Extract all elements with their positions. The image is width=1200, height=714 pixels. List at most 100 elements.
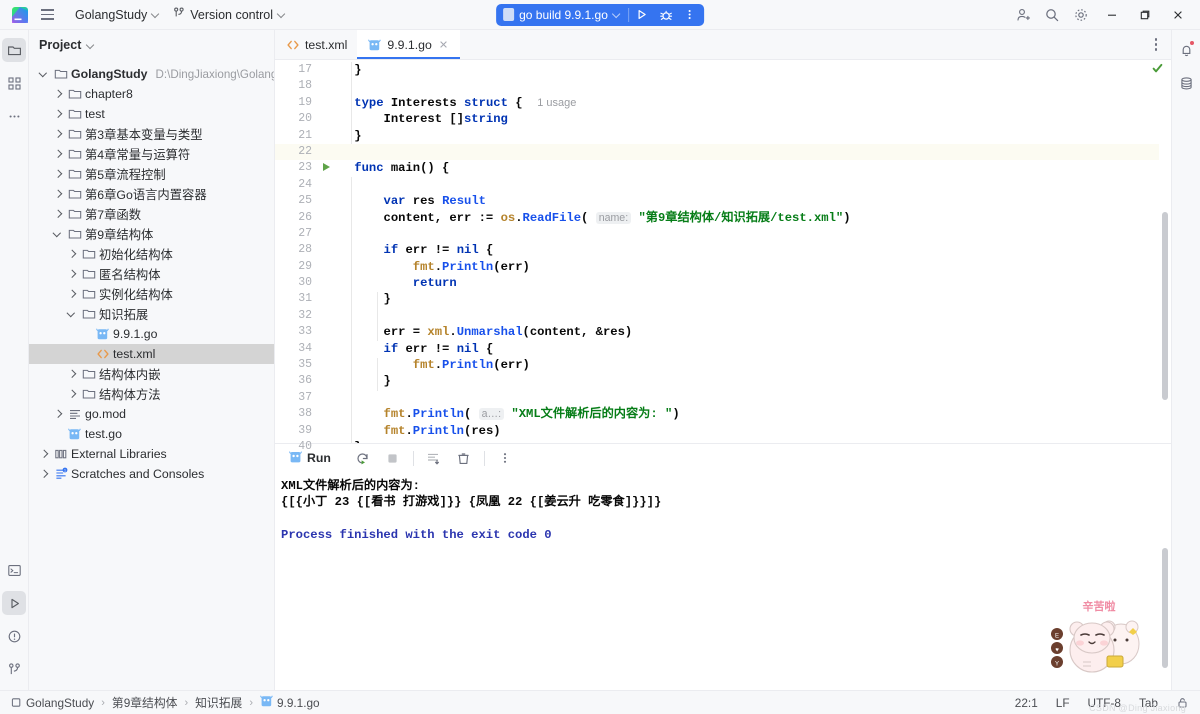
tree-node[interactable]: 实例化结构体 xyxy=(29,284,274,304)
chevron-right-icon[interactable] xyxy=(51,148,64,161)
scrollbar-thumb[interactable] xyxy=(1162,212,1168,400)
breadcrumb-item[interactable]: 第9章结构体 xyxy=(109,693,181,712)
code-line[interactable] xyxy=(321,308,1159,324)
no-problems-check-icon[interactable] xyxy=(1152,63,1163,77)
tree-node[interactable]: test.xml xyxy=(29,344,274,364)
code-line[interactable]: err = xml.Unmarshal(content, &res) xyxy=(321,324,1159,340)
chevron-right-icon[interactable] xyxy=(65,388,78,401)
editor-tab[interactable]: test.xml xyxy=(275,30,357,59)
chevron-right-icon[interactable] xyxy=(51,188,64,201)
code-line[interactable] xyxy=(321,390,1159,406)
tree-node[interactable]: 第5章流程控制 xyxy=(29,164,274,184)
project-tree[interactable]: GolangStudy D:\DingJiaxiong\GolangStudy ch… xyxy=(29,60,274,690)
chevron-down-icon[interactable] xyxy=(37,68,50,81)
chevron-down-icon[interactable] xyxy=(87,42,94,49)
rerun-button[interactable] xyxy=(349,445,377,471)
tree-node[interactable]: 初始化结构体 xyxy=(29,244,274,264)
file-encoding[interactable]: UTF-8 xyxy=(1085,695,1124,711)
console-scrollbar-thumb[interactable] xyxy=(1162,548,1168,668)
structure-tool-icon[interactable] xyxy=(2,71,26,95)
tree-node[interactable]: 第4章常量与运算符 xyxy=(29,144,274,164)
git-branch-icon[interactable] xyxy=(2,657,26,681)
code-editor[interactable]: 17 18 19 20 21 22 23 24 25 26 27 28 29 30 31 32 33 34 35 36… xyxy=(275,60,1171,453)
code-line[interactable]: } xyxy=(321,128,1159,144)
code-content-area[interactable]: } type Interests struct { 1 usage Intere… xyxy=(321,60,1159,443)
breadcrumb-item[interactable]: 知识拓展 xyxy=(192,693,245,712)
tree-node[interactable]: go.mod xyxy=(29,404,274,424)
tree-node[interactable]: 第9章结构体 xyxy=(29,224,274,244)
code-line[interactable]: type Interests struct { 1 usage xyxy=(321,95,1159,111)
code-line[interactable] xyxy=(321,226,1159,242)
tree-node[interactable]: 第3章基本变量与类型 xyxy=(29,124,274,144)
run-configuration-selector[interactable]: go build 9.9.1.go xyxy=(498,4,627,26)
code-line[interactable]: } xyxy=(321,291,1159,307)
run-more-button[interactable] xyxy=(678,4,702,26)
code-line[interactable]: fmt.Println( a…: "XML文件解析后的内容为: ") xyxy=(321,406,1159,422)
code-line[interactable]: if err != nil { xyxy=(321,242,1159,258)
code-line[interactable] xyxy=(321,78,1159,94)
chevron-down-icon[interactable] xyxy=(65,308,78,321)
chevron-right-icon[interactable] xyxy=(51,168,64,181)
tree-node[interactable]: 第7章函数 xyxy=(29,204,274,224)
chevron-right-icon[interactable] xyxy=(51,108,64,121)
tree-node[interactable]: 结构体内嵌 xyxy=(29,364,274,384)
close-button[interactable] xyxy=(1162,0,1194,30)
run-tool-icon[interactable] xyxy=(2,591,26,615)
code-line[interactable]: } xyxy=(321,373,1159,389)
editor-options-kebab-icon[interactable] xyxy=(1145,34,1167,56)
notifications-bell-icon[interactable] xyxy=(1174,38,1198,62)
tree-node[interactable]: 知识拓展 xyxy=(29,304,274,324)
chevron-right-icon[interactable] xyxy=(65,288,78,301)
maximize-button[interactable] xyxy=(1129,0,1161,30)
run-options-button[interactable] xyxy=(491,445,519,471)
chevron-right-icon[interactable] xyxy=(37,468,50,481)
editor-vertical-scrollbar[interactable] xyxy=(1152,60,1171,443)
code-line[interactable]: } xyxy=(321,439,1159,443)
code-line[interactable]: fmt.Println(err) xyxy=(321,357,1159,373)
chevron-right-icon[interactable] xyxy=(51,408,64,421)
code-line[interactable] xyxy=(321,177,1159,193)
settings-button[interactable] xyxy=(1067,2,1095,28)
chevron-right-icon[interactable] xyxy=(51,128,64,141)
hamburger-menu-icon[interactable] xyxy=(36,4,58,26)
code-line[interactable]: fmt.Println(res) xyxy=(321,423,1159,439)
breadcrumb-item[interactable]: GolangStudy xyxy=(8,695,97,711)
code-line[interactable]: fmt.Println(err) xyxy=(321,259,1159,275)
editor-line-number-gutter[interactable]: 17 18 19 20 21 22 23 24 25 26 27 28 29 30 31 32 33 34 35 36… xyxy=(275,60,330,453)
chevron-right-icon[interactable] xyxy=(65,368,78,381)
tree-node[interactable]: GolangStudy D:\DingJiaxiong\GolangStudy xyxy=(29,64,274,84)
debug-button[interactable] xyxy=(654,4,678,26)
minimize-button[interactable] xyxy=(1096,0,1128,30)
add-user-button[interactable] xyxy=(1009,2,1037,28)
readonly-lock-icon[interactable] xyxy=(1173,695,1192,711)
stop-button[interactable] xyxy=(379,445,407,471)
code-line[interactable]: var res Result xyxy=(321,193,1159,209)
tree-node[interactable]: 匿名结构体 xyxy=(29,264,274,284)
close-tab-icon[interactable] xyxy=(437,38,450,51)
line-separator[interactable]: LF xyxy=(1053,695,1073,711)
chevron-right-icon[interactable] xyxy=(51,208,64,221)
code-line[interactable]: return xyxy=(321,275,1159,291)
tree-node[interactable]: External Libraries xyxy=(29,444,274,464)
search-button[interactable] xyxy=(1038,2,1066,28)
version-control-menu[interactable]: Version control xyxy=(166,4,292,26)
tree-node[interactable]: 9.9.1.go xyxy=(29,324,274,344)
chevron-right-icon[interactable] xyxy=(65,248,78,261)
chevron-right-icon[interactable] xyxy=(65,268,78,281)
problems-tool-icon[interactable] xyxy=(2,624,26,648)
tree-node[interactable]: chapter8 xyxy=(29,84,274,104)
tree-node[interactable]: 1 Scratches and Consoles xyxy=(29,464,274,484)
tree-node[interactable]: test xyxy=(29,104,274,124)
chevron-right-icon[interactable] xyxy=(37,448,50,461)
database-tool-icon[interactable] xyxy=(1174,71,1198,95)
indent-setting[interactable]: Tab xyxy=(1136,695,1161,711)
breadcrumb-item[interactable]: 9.9.1.go xyxy=(257,693,323,712)
code-line[interactable]: Interest []string xyxy=(321,111,1159,127)
caret-position[interactable]: 22:1 xyxy=(1012,695,1041,711)
code-line[interactable] xyxy=(321,143,1159,161)
terminal-tool-icon[interactable] xyxy=(2,558,26,582)
code-line[interactable]: if err != nil { xyxy=(321,341,1159,357)
project-tool-icon[interactable] xyxy=(2,38,26,62)
editor-tab[interactable]: 9.9.1.go xyxy=(357,30,461,59)
scroll-to-end-button[interactable] xyxy=(420,445,448,471)
